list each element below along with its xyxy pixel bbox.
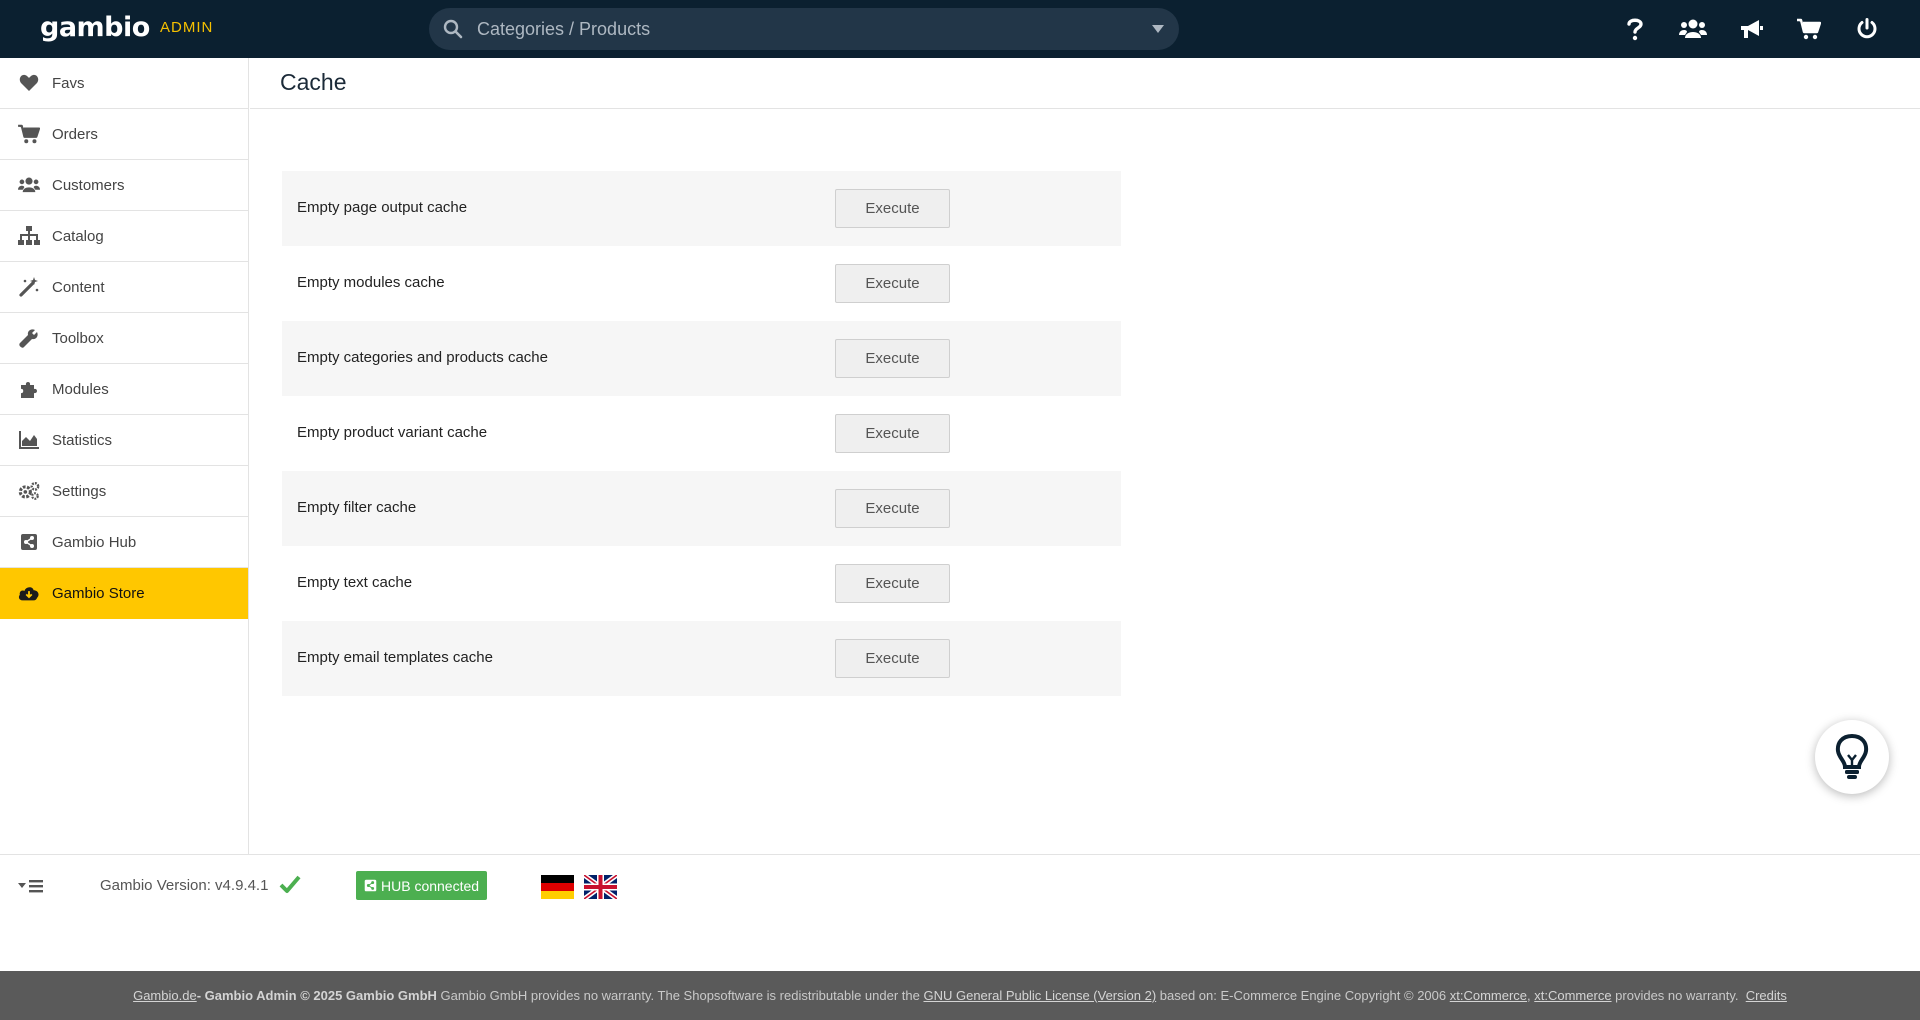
sidebar-item-label: Catalog	[52, 227, 104, 245]
table-row: Empty filter cache Execute	[282, 471, 1121, 546]
help-icon[interactable]	[1620, 14, 1650, 44]
sidebar-item-label: Content	[52, 278, 105, 296]
sidebar-item-label: Customers	[52, 176, 125, 194]
lightbulb-help-button[interactable]	[1815, 720, 1889, 794]
sidebar-item-label: Statistics	[52, 431, 113, 449]
row-label: Empty categories and products cache	[297, 349, 548, 366]
footer-separator: ,	[1527, 988, 1535, 1003]
gambio-version: Gambio Version: v4.9.4.1	[100, 877, 269, 894]
footer-text: based on: E-Commerce Engine Copyright © …	[1156, 988, 1450, 1003]
status-bar: Gambio Version: v4.9.4.1 HUB connected	[0, 854, 1920, 971]
row-label: Empty filter cache	[297, 499, 417, 516]
search-input[interactable]	[477, 8, 1117, 50]
sidebar-item-gambio-store[interactable]: Gambio Store	[0, 568, 248, 619]
heart-icon	[18, 72, 40, 94]
row-label: Empty product variant cache	[297, 424, 488, 441]
sidebar-item-label: Gambio Store	[52, 584, 145, 602]
execute-button[interactable]: Execute	[835, 264, 950, 303]
de-flag[interactable]	[541, 875, 574, 899]
sidebar-item-favs[interactable]: Favs	[0, 58, 248, 109]
sidebar-item-orders[interactable]: Orders	[0, 109, 248, 160]
sidebar-item-label: Toolbox	[52, 329, 104, 347]
sidebar-item-toolbox[interactable]: Toolbox	[0, 313, 248, 364]
xtcommerce-link[interactable]: xt:Commerce	[1534, 988, 1611, 1003]
search-icon	[443, 19, 463, 39]
menu-collapse-icon[interactable]	[16, 877, 46, 895]
sidebar-item-statistics[interactable]: Statistics	[0, 415, 248, 466]
sidebar-item-settings[interactable]: Settings	[0, 466, 248, 517]
top-bar: gambio ADMIN	[0, 0, 1920, 58]
sidebar-item-label: Modules	[52, 380, 109, 398]
table-row: Empty email templates cache Execute	[282, 621, 1121, 696]
table-row: Empty text cache Execute	[282, 546, 1121, 621]
share-square-icon	[364, 879, 377, 892]
puzzle-icon	[18, 378, 40, 400]
share-square-icon	[18, 531, 40, 553]
table-row: Empty page output cache Execute	[282, 171, 1121, 246]
top-icon-group	[1620, 14, 1882, 44]
megaphone-icon[interactable]	[1736, 14, 1766, 44]
sidebar-item-label: Settings	[52, 482, 107, 500]
row-label: Empty page output cache	[297, 199, 468, 216]
execute-button[interactable]: Execute	[835, 414, 950, 453]
sidebar-item-label: Gambio Hub	[52, 533, 137, 551]
footer-text: Gambio GmbH provides no warranty. The Sh…	[436, 988, 924, 1003]
users-icon	[18, 174, 40, 196]
table-row: Empty modules cache Execute	[282, 246, 1121, 321]
execute-button[interactable]: Execute	[835, 639, 950, 678]
hub-status-badge[interactable]: HUB connected	[356, 871, 488, 900]
credits-link[interactable]: Credits	[1746, 988, 1787, 1003]
cache-table: Empty page output cache Execute Empty mo…	[282, 171, 1121, 696]
cart-icon	[18, 123, 40, 145]
power-icon[interactable]	[1852, 14, 1882, 44]
cogs-icon	[18, 480, 40, 502]
cart-icon[interactable]	[1794, 14, 1824, 44]
uk-flag[interactable]	[584, 875, 617, 899]
cloud-download-icon	[18, 582, 40, 604]
table-row: Empty categories and products cache Exec…	[282, 321, 1121, 396]
check-icon	[279, 875, 301, 893]
xtcommerce-link[interactable]: xt:Commerce	[1450, 988, 1527, 1003]
sidebar-item-catalog[interactable]: Catalog	[0, 211, 248, 262]
row-label: Empty modules cache	[297, 274, 445, 291]
row-label: Empty email templates cache	[297, 649, 493, 666]
search-box[interactable]	[429, 8, 1179, 50]
gambio-link[interactable]: Gambio.de	[133, 988, 197, 1003]
sidebar: Favs Orders Customers Catalog Content To…	[0, 58, 249, 854]
sidebar-item-customers[interactable]: Customers	[0, 160, 248, 211]
execute-button[interactable]: Execute	[835, 564, 950, 603]
lightbulb-icon	[1835, 733, 1869, 779]
admin-label: ADMIN	[160, 19, 214, 36]
gambio-logo[interactable]: gambio	[40, 12, 150, 43]
wrench-icon	[18, 327, 40, 349]
execute-button[interactable]: Execute	[835, 189, 950, 228]
footer: Gambio.de - Gambio Admin © 2025 Gambio G…	[0, 971, 1920, 1020]
sitemap-icon	[18, 225, 40, 247]
page-title: Cache	[280, 69, 347, 95]
gpl-link[interactable]: GNU General Public License (Version 2)	[923, 988, 1156, 1003]
sidebar-item-gambio-hub[interactable]: Gambio Hub	[0, 517, 248, 568]
sidebar-item-label: Favs	[52, 74, 85, 92]
execute-button[interactable]: Execute	[835, 339, 950, 378]
chevron-down-icon[interactable]	[1151, 23, 1165, 35]
magic-wand-icon	[18, 276, 40, 298]
hub-status-label: HUB connected	[381, 877, 480, 894]
page-header: Cache	[250, 58, 1920, 109]
execute-button[interactable]: Execute	[835, 489, 950, 528]
users-icon[interactable]	[1678, 14, 1708, 44]
sidebar-item-label: Orders	[52, 125, 98, 143]
row-label: Empty text cache	[297, 574, 413, 591]
area-chart-icon	[18, 429, 40, 451]
table-row: Empty product variant cache Execute	[282, 396, 1121, 471]
sidebar-item-content[interactable]: Content	[0, 262, 248, 313]
footer-text: provides no warranty.	[1611, 988, 1746, 1003]
footer-copyright: - Gambio Admin © 2025 Gambio GmbH	[196, 988, 437, 1003]
sidebar-item-modules[interactable]: Modules	[0, 364, 248, 415]
